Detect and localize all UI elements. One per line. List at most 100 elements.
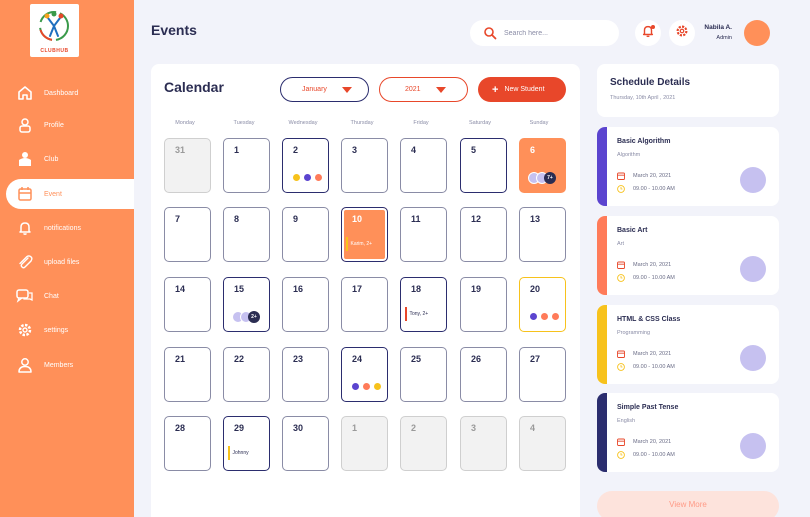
calendar-day[interactable]: 28 xyxy=(164,416,211,471)
month-value: January xyxy=(302,86,327,93)
calendar-day[interactable]: 26 xyxy=(460,347,507,402)
card-date: March 20, 2021 xyxy=(633,262,672,268)
new-student-button[interactable]: + New Student xyxy=(478,77,566,102)
day-number: 28 xyxy=(175,423,186,433)
card-time-row: 09.00 - 10.00 AM xyxy=(617,274,675,282)
calendar-day[interactable]: 1 xyxy=(223,138,270,193)
calendar-day[interactable]: 2 xyxy=(282,138,329,193)
event-tag-label: Johnny xyxy=(232,450,249,456)
calendar-day[interactable]: 18 Tony, 2+ xyxy=(400,277,447,332)
day-number: 29 xyxy=(234,423,245,433)
calendar-day[interactable]: 21 xyxy=(164,347,211,402)
day-number: 31 xyxy=(175,145,186,155)
calendar-day[interactable]: 10 Karim, 2+ xyxy=(341,207,388,262)
day-number: 9 xyxy=(293,214,299,224)
calendar-day[interactable]: 13 xyxy=(519,207,566,262)
calendar-day[interactable]: 6 7+ xyxy=(519,138,566,193)
avatar[interactable] xyxy=(744,20,770,46)
day-number: 4 xyxy=(411,145,417,155)
schedule-card[interactable]: Basic Art Art March 20, 2021 09.00 - 10.… xyxy=(597,216,779,295)
sidebar-item-label: settings xyxy=(44,326,69,334)
weekday-label: Thursday xyxy=(350,120,374,126)
calendar-day[interactable]: 7 xyxy=(164,207,211,262)
card-time-row: 09.00 - 10.00 AM xyxy=(617,185,675,193)
calendar-day[interactable]: 27 xyxy=(519,347,566,402)
view-more-button[interactable]: View More xyxy=(597,491,779,517)
calendar-day[interactable]: 12 xyxy=(460,207,507,262)
day-number: 3 xyxy=(352,145,358,155)
day-number: 21 xyxy=(175,354,186,364)
sidebar-item-members[interactable]: Members xyxy=(6,350,134,380)
calendar-day[interactable]: 11 xyxy=(400,207,447,262)
home-icon xyxy=(14,82,36,104)
weekday-label: Friday xyxy=(413,120,429,126)
weekday-label: Monday xyxy=(175,120,195,126)
day-number: 1 xyxy=(234,145,240,155)
card-stripe xyxy=(597,393,607,472)
logo-icon xyxy=(39,11,69,41)
card-title: Simple Past Tense xyxy=(617,404,679,411)
calendar-day[interactable]: 24 xyxy=(341,347,388,402)
event-tag: Tony, 2+ xyxy=(405,307,428,321)
schedule-card[interactable]: Basic Algorithm Algorithm March 20, 2021… xyxy=(597,127,779,206)
schedule-card[interactable]: Simple Past Tense English March 20, 2021… xyxy=(597,393,779,472)
sidebar-item-dashboard[interactable]: Dashboard xyxy=(6,78,134,108)
weekday-label: Saturday xyxy=(468,120,491,126)
members-icon xyxy=(14,354,36,376)
day-number: 8 xyxy=(234,214,240,224)
calendar-day[interactable]: 4 xyxy=(400,138,447,193)
calendar-day[interactable]: 4 xyxy=(519,416,566,471)
card-date-row: March 20, 2021 xyxy=(617,261,671,269)
calendar-day[interactable]: 17 xyxy=(341,277,388,332)
sidebar-item-settings[interactable]: settings xyxy=(6,315,134,345)
calendar-day[interactable]: 23 xyxy=(282,347,329,402)
card-subject: Programming xyxy=(617,330,651,336)
day-number: 5 xyxy=(471,145,477,155)
calendar-day[interactable]: 19 xyxy=(460,277,507,332)
calendar-day[interactable]: 3 xyxy=(341,138,388,193)
day-number: 26 xyxy=(471,354,482,364)
schedule-card[interactable]: HTML & CSS Class Programming March 20, 2… xyxy=(597,305,779,384)
card-date-row: March 20, 2021 xyxy=(617,350,671,358)
calendar-day[interactable]: 1 xyxy=(341,416,388,471)
sidebar-item-chat[interactable]: Chat xyxy=(6,281,134,311)
sidebar-item-notifications[interactable]: notifications xyxy=(6,213,134,243)
day-number: 1 xyxy=(352,423,358,433)
notification-button[interactable] xyxy=(635,20,661,46)
search-input[interactable] xyxy=(504,29,604,37)
calendar-day[interactable]: 3 xyxy=(460,416,507,471)
calendar-day[interactable]: 31 xyxy=(164,138,211,193)
day-number: 17 xyxy=(352,284,363,294)
event-tag: Johnny xyxy=(228,446,249,460)
calendar-day[interactable]: 30 xyxy=(282,416,329,471)
calendar-day[interactable]: 15 2+ xyxy=(223,277,270,332)
event-tag: Karim, 2+ xyxy=(346,237,372,251)
calendar-day[interactable]: 20 xyxy=(519,277,566,332)
year-select[interactable]: 2021 xyxy=(379,77,468,102)
day-number: 23 xyxy=(293,354,304,364)
sidebar: CLUBHUB Dashboard Profile Club Event not… xyxy=(0,0,134,517)
app-logo[interactable]: CLUBHUB xyxy=(30,4,79,57)
calendar-day[interactable]: 29 Johnny xyxy=(223,416,270,471)
calendar-day[interactable]: 22 xyxy=(223,347,270,402)
calendar-day[interactable]: 2 xyxy=(400,416,447,471)
attendee-stack: 7+ xyxy=(528,172,560,184)
day-number: 30 xyxy=(293,423,304,433)
sidebar-item-upload-files[interactable]: upload files xyxy=(6,247,134,277)
calendar-icon xyxy=(617,350,625,358)
avatar xyxy=(740,167,766,193)
sidebar-item-club[interactable]: Club xyxy=(6,144,134,174)
sidebar-item-label: Members xyxy=(44,361,74,369)
calendar-day[interactable]: 8 xyxy=(223,207,270,262)
calendar-day[interactable]: 14 xyxy=(164,277,211,332)
search-bar[interactable] xyxy=(470,20,619,46)
calendar-day[interactable]: 9 xyxy=(282,207,329,262)
card-time-row: 09.00 - 10.00 AM xyxy=(617,363,675,371)
calendar-day[interactable]: 16 xyxy=(282,277,329,332)
sidebar-item-profile[interactable]: Profile xyxy=(6,110,134,140)
gear-icon xyxy=(675,24,689,43)
sidebar-item-event[interactable]: Event xyxy=(6,179,134,209)
calendar-day[interactable]: 25 xyxy=(400,347,447,402)
month-select[interactable]: January xyxy=(280,77,369,102)
calendar-day[interactable]: 5 xyxy=(460,138,507,193)
